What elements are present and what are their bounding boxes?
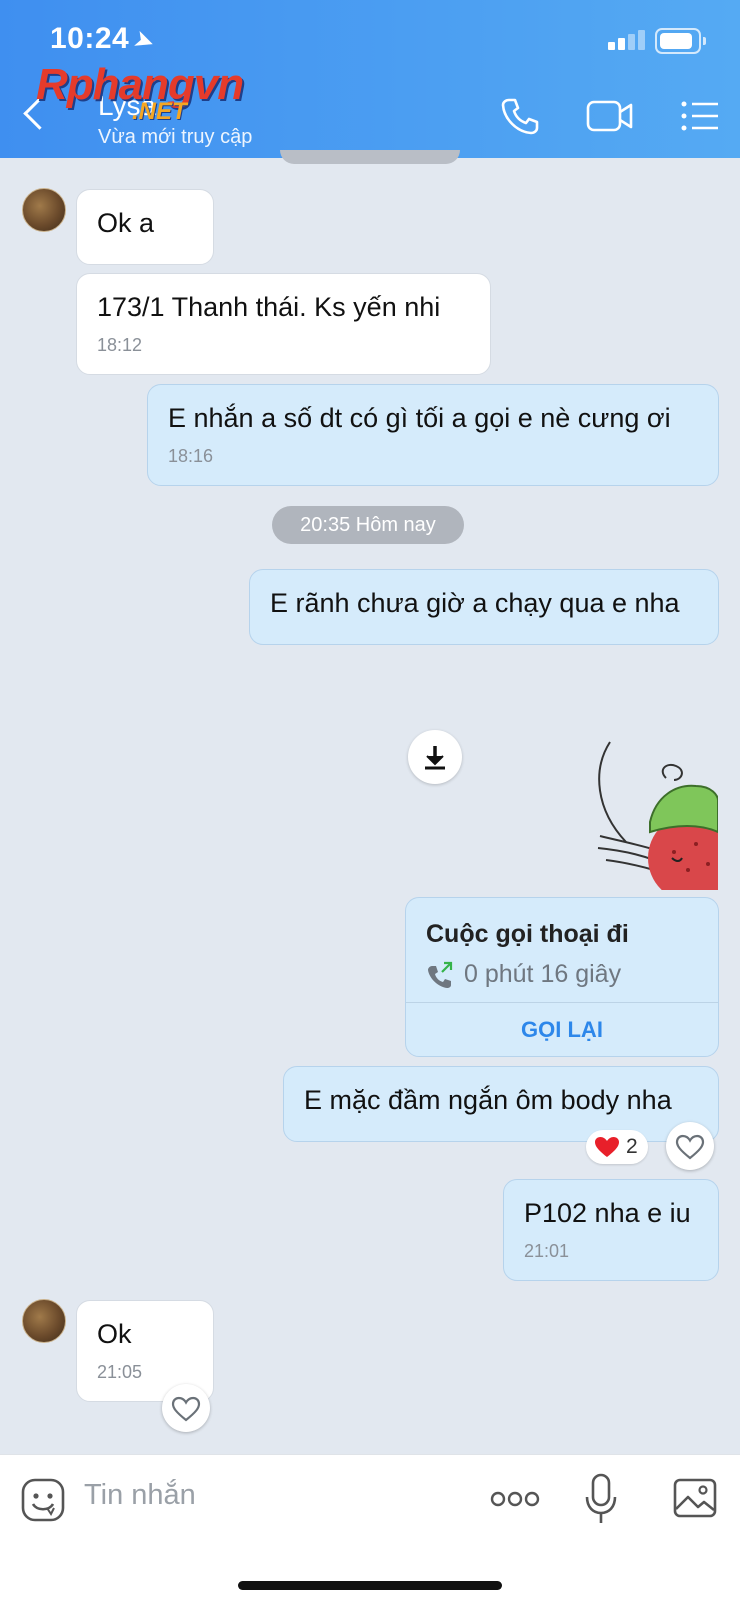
watermark-logo-sub: .NET <box>132 98 187 125</box>
status-time: 10:24 ➤ <box>50 22 159 56</box>
message-bubble-out[interactable]: E rãnh chưa giờ a chạy qua e nha <box>249 569 719 645</box>
like-button[interactable] <box>666 1122 714 1170</box>
avatar[interactable] <box>22 1299 66 1343</box>
message-time: 21:01 <box>524 1241 570 1261</box>
call-title: Cuộc gọi thoại đi <box>426 920 629 948</box>
date-separator: 20:35 Hôm nay <box>272 506 464 544</box>
battery-icon <box>655 28 706 54</box>
message-bubble-out[interactable]: E mặc đầm ngắn ôm body nha <box>283 1066 719 1142</box>
call-card[interactable]: Cuộc gọi thoại đi 0 phút 16 giây GỌI LẠI <box>405 897 719 1057</box>
contact-status: Vừa mới truy cập <box>98 126 253 148</box>
outgoing-call-icon <box>428 961 453 988</box>
download-icon <box>425 746 445 770</box>
message-time: 18:12 <box>97 335 143 355</box>
message-text: P102 nha e iu <box>524 1198 691 1228</box>
date-separator-partial <box>280 150 460 164</box>
message-bubble-out[interactable]: P102 nha e iu 21:01 <box>503 1179 719 1281</box>
message-text: Ok a <box>97 208 155 238</box>
message-text: Ok <box>97 1319 132 1349</box>
message-text: 173/1 Thanh thái. Ks yến nhi <box>97 292 441 322</box>
message-bubble-in[interactable]: 173/1 Thanh thái. Ks yến nhi 18:12 <box>76 273 491 375</box>
avatar[interactable] <box>22 188 66 232</box>
message-time: 18:16 <box>168 446 214 466</box>
like-button[interactable] <box>162 1384 210 1432</box>
heart-icon <box>595 1137 619 1157</box>
heart-outline-icon <box>675 1134 705 1160</box>
chat-header: 10:24 ➤ Lysa Vừa mới truy cập Rphangvn .N… <box>0 0 740 158</box>
heart-outline-icon <box>171 1396 201 1422</box>
call-duration: 0 phút 16 giây <box>464 960 622 988</box>
message-text: E nhắn a số dt có gì tối a gọi e nè cưng… <box>168 403 671 433</box>
phone-icon[interactable] <box>500 96 540 136</box>
message-time: 21:05 <box>97 1362 143 1382</box>
microphone-icon[interactable] <box>584 1473 618 1527</box>
image-gallery-icon[interactable] <box>672 1475 718 1521</box>
more-options-icon[interactable] <box>490 1487 540 1511</box>
download-button[interactable] <box>408 730 462 784</box>
location-arrow-icon: ➤ <box>131 25 159 56</box>
message-composer: Tin nhắn <box>0 1454 740 1601</box>
message-bubble-out[interactable]: E nhắn a số dt có gì tối a gọi e nè cưng… <box>147 384 719 486</box>
message-text: E mặc đầm ngắn ôm body nha <box>304 1085 672 1115</box>
video-call-icon[interactable] <box>586 96 634 136</box>
menu-list-icon[interactable] <box>680 96 720 136</box>
message-input[interactable]: Tin nhắn <box>84 1479 196 1512</box>
message-text: E rãnh chưa giờ a chạy qua e nha <box>270 588 680 618</box>
reaction-count: 2 <box>626 1135 638 1158</box>
call-back-button[interactable]: GỌI LẠI <box>406 1002 718 1056</box>
sticker-emoji-icon[interactable] <box>20 1477 66 1523</box>
reaction-summary[interactable]: 2 <box>586 1130 648 1164</box>
sticker-image[interactable] <box>596 740 718 890</box>
home-indicator <box>238 1581 502 1590</box>
message-bubble-in[interactable]: Ok a <box>76 189 214 265</box>
